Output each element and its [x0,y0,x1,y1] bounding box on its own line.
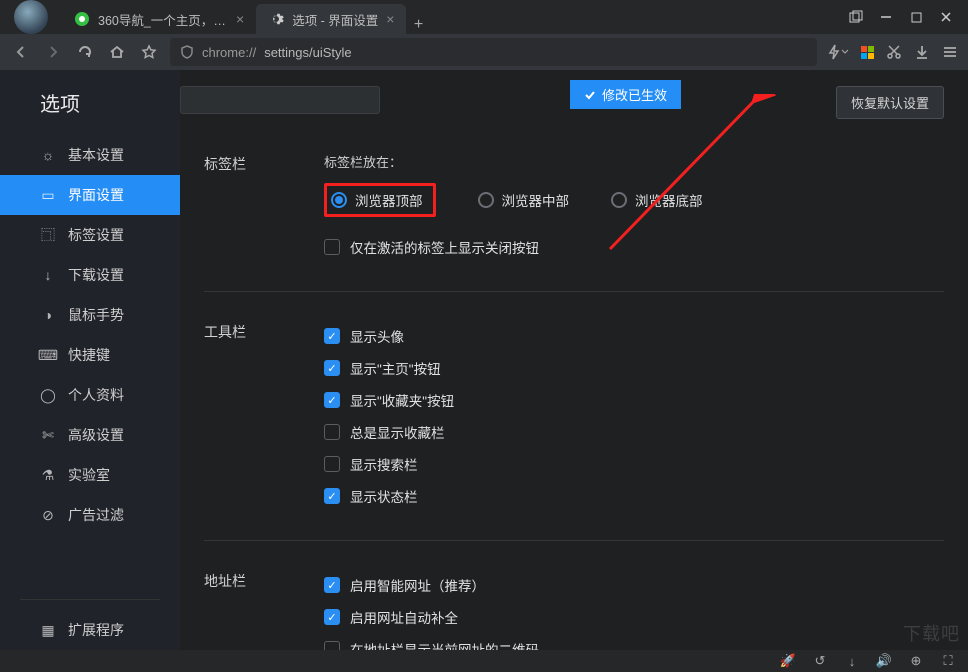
tab-360nav[interactable]: 360导航_一个主页，整个世界 × [62,4,256,34]
extensions-icon: ▦ [40,622,56,638]
restore-default-button[interactable]: 恢复默认设置 [836,86,944,119]
checkbox-icon: ✓ [324,488,340,504]
maximize-button[interactable] [902,3,930,31]
shield-icon [180,45,194,59]
forward-button[interactable] [42,41,64,63]
close-icon[interactable]: × [386,11,394,27]
close-icon[interactable]: × [236,11,244,27]
sidebar-item-download[interactable]: ↓下载设置 [0,255,180,295]
microsoft-apps-icon[interactable] [861,46,874,59]
favicon-gear-icon [268,11,284,27]
new-tab-button[interactable]: + [406,16,430,34]
checkbox-icon: ✓ [324,577,340,593]
checkbox-icon [324,424,340,440]
fullscreen-icon[interactable]: ⛶ [940,653,956,669]
page-title: 选项 [0,70,180,135]
overlay-window-icon[interactable] [842,3,870,31]
radio-icon [331,192,347,208]
favicon-360-icon [74,11,90,27]
minimize-button[interactable] [872,3,900,31]
sidebar-item-tabs[interactable]: ⿹标签设置 [0,215,180,255]
checkbox-icon: ✓ [324,609,340,625]
sidebar-item-extensions[interactable]: ▦扩展程序 [0,610,180,650]
tab-title: 选项 - 界面设置 [292,10,378,29]
mouse-icon: ◑ [40,307,56,323]
radio-icon [478,192,494,208]
restore-icon[interactable]: ↺ [812,653,828,669]
radio-tabbar-middle[interactable]: 浏览器中部 [478,190,570,210]
check-icon [584,89,596,101]
favorites-button[interactable] [138,41,160,63]
volume-icon[interactable]: 🔊 [876,653,892,669]
checkbox-icon: ✓ [324,392,340,408]
toolbar-option-0[interactable]: ✓显示头像 [324,320,944,352]
zoom-icon[interactable]: ⊕ [908,653,924,669]
address-toolbar: chrome:// settings/uiStyle [0,34,968,70]
flash-icon[interactable] [827,44,849,60]
section-title-tabbar: 标签栏 [204,152,324,263]
tab-settings-ui[interactable]: 选项 - 界面设置 × [256,4,406,34]
url-path: settings/uiStyle [264,45,351,60]
gear-outline-icon: ☼ [40,147,56,163]
sidebar-item-lab[interactable]: ⚗实验室 [0,455,180,495]
sidebar-item-adblock[interactable]: ⊘广告过滤 [0,495,180,535]
tab-icon: ⿹ [40,227,56,243]
sidebar-item-advanced[interactable]: ✄高级设置 [0,415,180,455]
checkbox-close-active-only[interactable]: 仅在激活的标签上显示关闭按钮 [324,231,944,263]
back-button[interactable] [10,41,32,63]
sidebar-item-shortcut[interactable]: ⌨快捷键 [0,335,180,375]
status-bar: 🚀 ↺ ↓ 🔊 ⊕ ⛶ [0,650,968,672]
radio-icon [611,192,627,208]
toolbar-option-4[interactable]: 显示搜索栏 [324,448,944,480]
download-icon[interactable] [914,44,930,60]
addressbar-option-2[interactable]: 在地址栏显示当前网址的二维码 [324,633,944,650]
sidebar-item-basic[interactable]: ☼基本设置 [0,135,180,175]
window-controls [842,3,968,31]
flask-icon: ⚗ [40,467,56,483]
tab-strip: 360导航_一个主页，整个世界 × 选项 - 界面设置 × + [62,0,430,34]
home-button[interactable] [106,41,128,63]
addressbar-option-1[interactable]: ✓启用网址自动补全 [324,601,944,633]
radio-tabbar-bottom[interactable]: 浏览器底部 [611,190,703,210]
sidebar-item-mouse[interactable]: ◑鼠标手势 [0,295,180,335]
toast-saved: 修改已生效 [570,80,681,109]
wrench-icon: ✄ [40,427,56,443]
checkbox-icon: ✓ [324,328,340,344]
keyboard-icon: ⌨ [40,347,56,363]
checkbox-icon [324,239,340,255]
settings-sidebar: 选项 ☼基本设置 ▭界面设置 ⿹标签设置 ↓下载设置 ◑鼠标手势 ⌨快捷键 ◯个… [0,70,180,650]
person-icon: ◯ [40,387,56,403]
reload-button[interactable] [74,41,96,63]
settings-search-input[interactable] [180,86,380,114]
toolbar-option-1[interactable]: ✓显示"主页"按钮 [324,352,944,384]
toolbar-option-2[interactable]: ✓显示"收藏夹"按钮 [324,384,944,416]
tabbar-position-label: 标签栏放在： [324,152,944,171]
window-icon: ▭ [40,187,56,203]
settings-content: 修改已生效 恢复默认设置 标签栏 标签栏放在： 浏览器顶部 [180,70,968,650]
section-title-toolbar: 工具栏 [204,320,324,512]
cut-icon[interactable] [886,44,902,60]
checkbox-icon [324,641,340,650]
url-box[interactable]: chrome:// settings/uiStyle [170,38,817,66]
section-title-addressbar: 地址栏 [204,569,324,650]
title-bar: 360导航_一个主页，整个世界 × 选项 - 界面设置 × + [0,0,968,34]
menu-button[interactable] [942,44,958,60]
sidebar-item-profile[interactable]: ◯个人资料 [0,375,180,415]
tab-title: 360导航_一个主页，整个世界 [98,10,228,29]
url-scheme: chrome:// [202,45,256,60]
avatar[interactable] [14,0,48,34]
download-status-icon[interactable]: ↓ [844,653,860,669]
sidebar-item-ui[interactable]: ▭界面设置 [0,175,180,215]
toolbar-option-3[interactable]: 总是显示收藏栏 [324,416,944,448]
close-button[interactable] [932,3,960,31]
download-icon: ↓ [40,267,56,283]
radio-tabbar-top[interactable]: 浏览器顶部 [324,183,436,217]
toolbar-option-5[interactable]: ✓显示状态栏 [324,480,944,512]
rocket-icon[interactable]: 🚀 [780,653,796,669]
checkbox-icon [324,456,340,472]
block-icon: ⊘ [40,507,56,523]
checkbox-icon: ✓ [324,360,340,376]
addressbar-option-0[interactable]: ✓启用智能网址（推荐） [324,569,944,601]
